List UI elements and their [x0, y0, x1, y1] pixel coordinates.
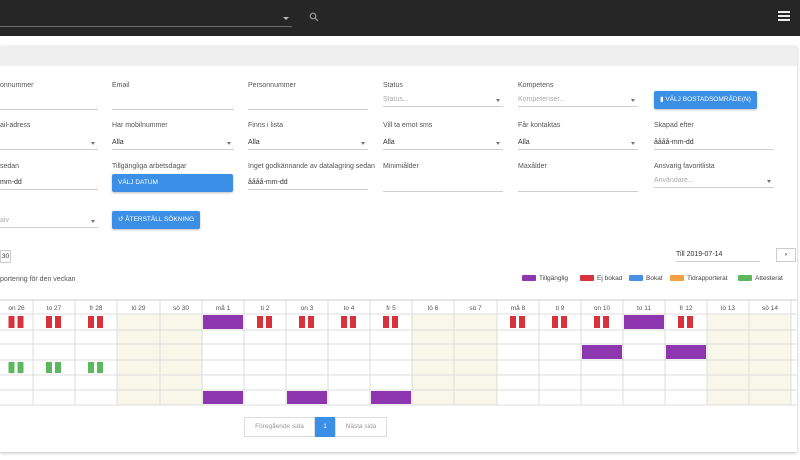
day-header: lö 13 [721, 305, 735, 312]
available-block [582, 345, 622, 359]
day-header: fr 12 [679, 305, 692, 312]
next-page-button[interactable]: Nästa sida [335, 417, 387, 437]
day-header: sö 30 [173, 305, 189, 312]
availability-calendar: on 26 to 27 fr 28 lö 29 sö 30 må 1 ti 2 on 3 to … [0, 299, 797, 406]
not-booked-marker [392, 316, 398, 328]
not-booked-marker [266, 316, 272, 328]
day-header: lö 29 [131, 305, 145, 312]
not-booked-marker [97, 316, 103, 328]
attested-marker [8, 362, 15, 373]
page-1-button[interactable]: 1 [315, 417, 335, 437]
available-block [203, 315, 243, 329]
day-header: to 4 [344, 305, 355, 312]
day-header: må 8 [511, 304, 526, 312]
not-booked-marker [350, 316, 356, 328]
prev-page-button[interactable]: Föregående sida [244, 417, 315, 437]
not-booked-marker [299, 316, 305, 328]
attested-marker [97, 362, 103, 373]
day-header: må 1 [216, 304, 231, 312]
day-header: to 27 [47, 305, 62, 312]
not-booked-marker [341, 316, 347, 328]
not-booked-marker [257, 316, 263, 328]
available-block [287, 391, 327, 404]
day-header: on 3 [301, 305, 314, 312]
day-header: on 26 [8, 305, 25, 312]
not-booked-marker [55, 316, 61, 328]
available-block [666, 345, 706, 359]
not-booked-marker [678, 316, 684, 328]
not-booked-marker [88, 316, 94, 328]
not-booked-marker [46, 316, 52, 328]
not-booked-marker [552, 316, 558, 328]
available-block [624, 315, 664, 329]
attested-marker [17, 362, 24, 373]
day-header: fr 5 [386, 305, 396, 312]
day-header: ti 2 [261, 305, 270, 312]
attested-marker [55, 362, 61, 373]
not-booked-marker [687, 316, 693, 328]
not-booked-marker [510, 316, 516, 328]
not-booked-marker [17, 316, 24, 328]
day-header: ti 9 [556, 305, 565, 312]
day-header: lö 6 [428, 305, 439, 312]
not-booked-marker [8, 316, 15, 328]
not-booked-marker [308, 316, 314, 328]
day-header: fr 28 [89, 305, 102, 312]
available-block [371, 391, 411, 404]
attested-marker [46, 362, 52, 373]
available-block [203, 391, 243, 404]
not-booked-marker [519, 316, 525, 328]
not-booked-marker [594, 316, 600, 328]
day-header: sö 14 [762, 305, 778, 312]
day-header: on 10 [594, 305, 611, 312]
not-booked-marker [383, 316, 389, 328]
not-booked-marker [561, 316, 567, 328]
not-booked-marker [603, 316, 609, 328]
day-header: sö 7 [469, 305, 482, 312]
attested-marker [88, 362, 94, 373]
day-header: to 11 [637, 305, 651, 312]
